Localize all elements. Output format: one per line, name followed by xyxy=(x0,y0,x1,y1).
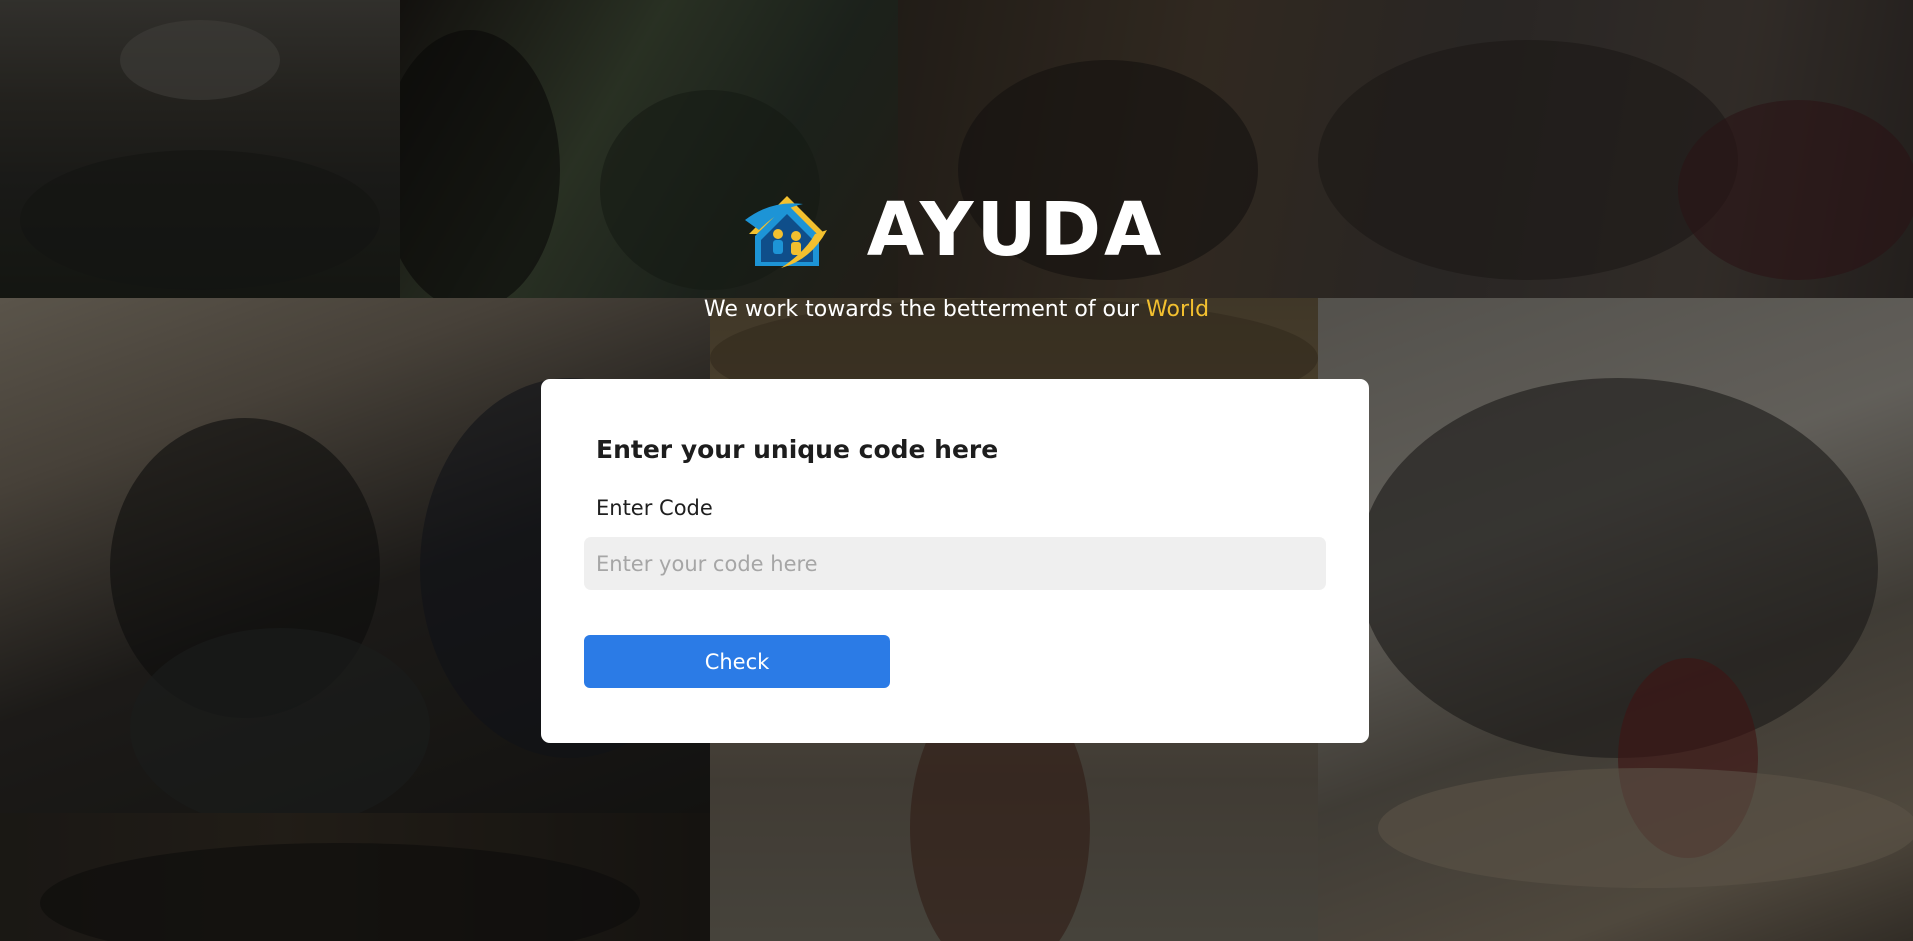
check-button[interactable]: Check xyxy=(584,635,890,688)
code-field-label: Enter Code xyxy=(596,496,713,520)
tagline-text: We work towards the betterment of our xyxy=(703,297,1140,322)
tagline: We work towards the betterment of our Wo… xyxy=(0,297,1913,322)
house-with-children-icon xyxy=(741,190,831,270)
card-title: Enter your unique code here xyxy=(596,435,999,464)
tagline-accent: World xyxy=(1146,297,1210,322)
background-photo-group-bottom xyxy=(0,813,710,941)
background-photo-group-standing xyxy=(1318,298,1913,941)
code-input[interactable] xyxy=(584,537,1326,590)
brand-header: AYUDA xyxy=(0,190,1913,270)
code-entry-card: Enter your unique code here Enter Code C… xyxy=(541,379,1369,743)
brand-name: AYUDA xyxy=(866,187,1165,273)
